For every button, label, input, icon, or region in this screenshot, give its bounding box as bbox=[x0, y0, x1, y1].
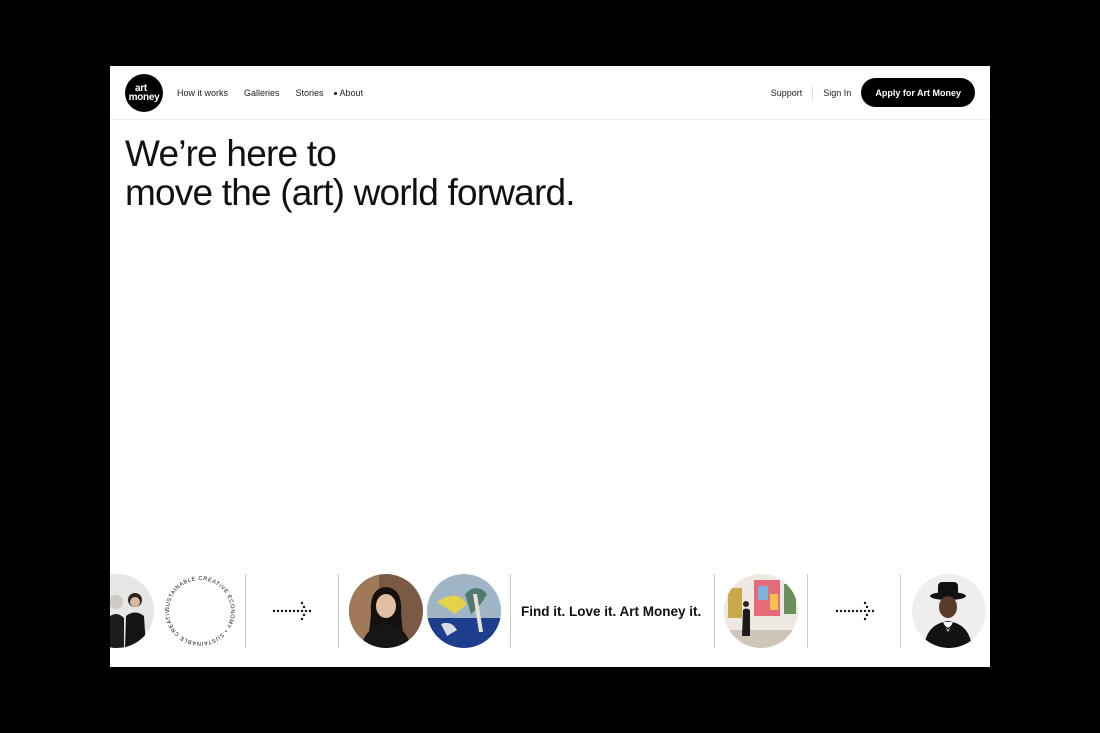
photo-artwork bbox=[427, 574, 501, 648]
dotted-arrow-icon bbox=[835, 600, 877, 622]
sign-in-link[interactable]: Sign In bbox=[823, 88, 851, 98]
strip-divider bbox=[245, 574, 246, 648]
hero-line-1: We’re here to bbox=[125, 133, 337, 174]
hero-heading: We’re here to move the (art) world forwa… bbox=[125, 133, 576, 213]
hero-line-2: move the (art) world forward. bbox=[125, 172, 576, 213]
art-money-logo[interactable]: art money bbox=[125, 74, 163, 112]
nav-how-it-works[interactable]: How it works bbox=[177, 88, 228, 98]
marquee-strip: SUSTAINABLE CREATIVE ECONOMY • SUSTAINAB… bbox=[110, 569, 990, 649]
support-link[interactable]: Support bbox=[771, 88, 803, 98]
photo-portrait-woman bbox=[349, 574, 423, 648]
strip-divider bbox=[714, 574, 715, 648]
strip-divider bbox=[510, 574, 511, 648]
strip-tagline: Find it. Love it. Art Money it. bbox=[521, 604, 702, 619]
active-dot-icon bbox=[333, 91, 337, 95]
page-frame: art money How it works Galleries Stories… bbox=[110, 66, 990, 667]
strip-divider bbox=[338, 574, 339, 648]
photo-duo bbox=[110, 574, 154, 648]
photo-gallery-visitor bbox=[724, 574, 798, 648]
secondary-nav: Support Sign In Apply for Art Money bbox=[771, 78, 975, 107]
sustainable-economy-badge: SUSTAINABLE CREATIVE ECONOMY • SUSTAINAB… bbox=[159, 569, 238, 649]
nav-stories[interactable]: Stories bbox=[296, 88, 324, 98]
site-header: art money How it works Galleries Stories… bbox=[110, 66, 990, 120]
logo-line-2: money bbox=[128, 92, 160, 103]
nav-galleries[interactable]: Galleries bbox=[244, 88, 280, 98]
apply-button[interactable]: Apply for Art Money bbox=[861, 78, 975, 107]
nav-about[interactable]: About bbox=[333, 88, 364, 98]
svg-text:SUSTAINABLE CREATIVE ECONOMY •: SUSTAINABLE CREATIVE ECONOMY • SUSTAINAB… bbox=[162, 573, 235, 646]
strip-divider bbox=[807, 574, 808, 648]
nav-about-label: About bbox=[339, 88, 364, 98]
nav-divider bbox=[812, 85, 814, 100]
badge-text: SUSTAINABLE CREATIVE ECONOMY • SUSTAINAB… bbox=[159, 569, 234, 646]
dotted-arrow-icon bbox=[272, 600, 314, 622]
primary-nav: How it works Galleries Stories About bbox=[177, 88, 363, 98]
strip-divider bbox=[900, 574, 901, 648]
photo-man-in-hat bbox=[912, 574, 986, 648]
